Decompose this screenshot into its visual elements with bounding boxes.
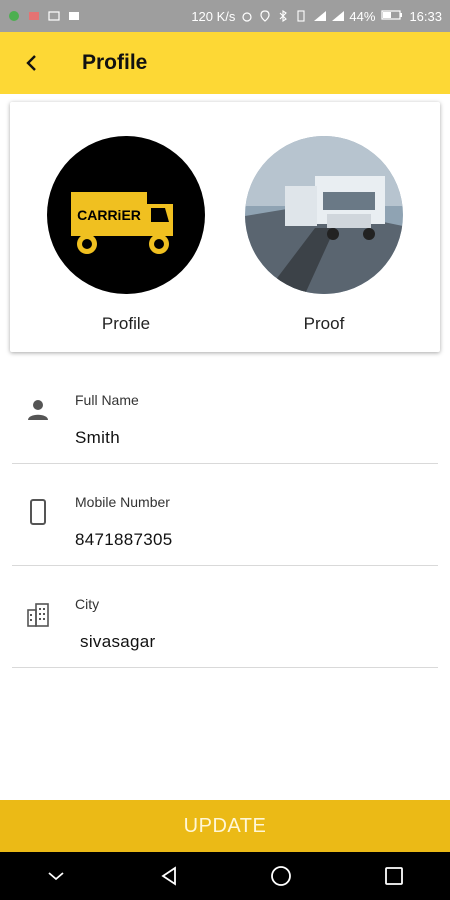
location-icon — [259, 10, 271, 22]
mobile-number-field: Mobile Number 8471887305 — [0, 482, 450, 574]
nav-back-button[interactable] — [145, 852, 193, 900]
update-button[interactable]: UPDATE — [0, 800, 450, 852]
back-triangle-icon — [161, 866, 176, 886]
mail-notification-icon — [28, 10, 40, 22]
message-notification-icon — [48, 10, 60, 22]
page-title: Profile — [82, 51, 148, 74]
bluetooth-icon — [277, 9, 289, 23]
svg-text:CARRiER: CARRiER — [77, 207, 141, 223]
full-name-field: Full Name Smith — [0, 380, 450, 472]
truck-photo-icon — [245, 136, 403, 294]
profile-image[interactable]: CARRiER — [47, 136, 205, 294]
nav-recents-button[interactable] — [370, 852, 418, 900]
arrow-left-icon — [26, 55, 36, 71]
network-speed: 120 K/s — [191, 8, 236, 24]
signal-icon-2 — [331, 10, 345, 22]
recents-square-icon — [384, 867, 403, 885]
city-field: City sivasagar — [0, 584, 450, 676]
home-circle-icon — [271, 866, 292, 886]
full-name-input[interactable]: Smith — [75, 428, 120, 448]
city-label: City — [75, 596, 100, 612]
nav-home-button[interactable] — [257, 852, 305, 900]
clock: 16:33 — [409, 8, 442, 24]
profile-caption: Profile — [101, 314, 151, 333]
divider — [12, 667, 438, 668]
full-name-label: Full Name — [75, 392, 139, 408]
hotspot-icon — [241, 10, 253, 22]
proof-image-column: Proof — [244, 136, 404, 334]
chevron-down-icon — [48, 872, 64, 881]
profile-image-column: CARRiER Profile — [46, 136, 206, 334]
city-input[interactable]: sivasagar — [75, 632, 155, 652]
proof-image[interactable] — [245, 136, 403, 294]
mobile-number-input[interactable]: 8471887305 — [75, 530, 173, 550]
mobile-number-label: Mobile Number — [75, 494, 170, 510]
images-card: CARRiER Profile Proof — [10, 102, 440, 352]
system-nav-bar — [0, 852, 450, 900]
signal-icon — [313, 10, 327, 22]
vibrate-icon — [295, 10, 307, 22]
city-icon — [27, 603, 49, 627]
status-bar: 120 K/s 44% 16:33 — [0, 0, 450, 32]
battery-percent: 44% — [349, 8, 376, 24]
person-icon — [28, 400, 48, 420]
phone-icon — [30, 499, 46, 525]
nav-hide-button[interactable] — [32, 852, 80, 900]
app-bar: Profile — [0, 32, 450, 94]
back-button[interactable] — [0, 32, 64, 94]
divider — [12, 565, 438, 566]
carrier-logo-icon: CARRiER — [71, 192, 183, 254]
battery-icon — [381, 9, 403, 24]
image-notification-icon — [68, 10, 80, 22]
proof-caption: Proof — [303, 314, 345, 333]
divider — [12, 463, 438, 464]
app-notification-icon — [8, 10, 20, 22]
